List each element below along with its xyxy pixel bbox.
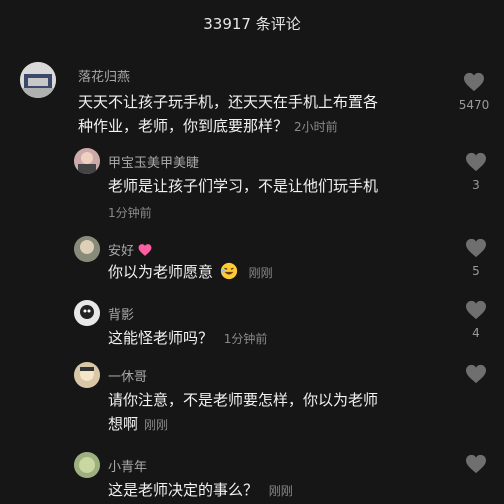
laughing-face-emoji [220,262,237,280]
comment-text-line: 想啊 [108,415,139,433]
comment-text: 这能怪老师吗？ 1分钟前 [108,326,458,351]
comment-time: 1分钟前 [223,332,268,346]
comment-count-title: 33917 条评论 [203,15,301,33]
username[interactable]: 背影 [108,304,134,323]
avatar[interactable] [74,236,100,262]
comment-text: 请你注意，不是老师要怎样，你以为老师 想啊 刚刚 [108,388,458,437]
avatar[interactable] [74,148,100,174]
comment-text: 你以为老师愿意 刚刚 [108,260,458,285]
comment-text: 老师是让孩子们学习，不是让他们玩手机 [108,177,379,195]
like-count: 5 [472,264,480,278]
avatar[interactable] [20,62,56,98]
comment-time: 刚刚 [144,418,169,432]
like-button[interactable]: 5 [456,238,496,278]
username[interactable]: 甲宝玉美甲美睫 [108,152,199,171]
comment-text-line: 天天不让孩子玩手机，还天天在手机上布置各 [78,93,379,111]
username[interactable]: 小青年 [108,456,147,475]
avatar[interactable] [74,362,100,388]
comment-text-line: 请你注意，不是老师要怎样，你以为老师 [108,391,379,409]
pink-heart-emoji [138,244,152,256]
username[interactable]: 安好 [108,244,134,259]
comment-time: 1分钟前 [108,206,152,220]
like-count: 3 [472,178,480,192]
comments-header: 33917 条评论 [0,0,504,44]
avatar[interactable] [74,300,100,326]
comment-text-line: 这是老师决定的事么？ [108,481,259,499]
heart-icon [466,152,486,172]
heart-icon [466,300,486,320]
heart-icon [466,364,486,384]
comment-time: 刚刚 [248,266,273,280]
comment-text: 这是老师决定的事么？ 刚刚 [108,478,458,503]
username[interactable]: 落花归燕 [78,66,130,85]
avatar[interactable] [74,452,100,478]
username[interactable]: 一休哥 [108,366,147,385]
heart-icon [466,238,486,258]
like-button[interactable] [456,364,496,384]
comment-text-line: 你以为老师愿意 [108,263,214,281]
heart-icon [464,72,484,92]
comment-text-line: 这能怪老师吗？ [108,329,214,347]
username-with-emoji[interactable]: 安好 [108,240,152,259]
like-button[interactable] [456,454,496,474]
like-button[interactable]: 4 [456,300,496,340]
like-button[interactable]: 5470 [454,72,494,112]
comment-text-line: 种作业，老师，你到底要那样？ [78,117,289,135]
comment-time: 刚刚 [268,484,293,498]
heart-icon [466,454,486,474]
like-count: 5470 [458,98,490,112]
like-count: 4 [472,326,480,340]
comment-text: 天天不让孩子玩手机，还天天在手机上布置各 种作业，老师，你到底要那样？ 2小时前 [78,90,458,139]
comment-time: 2小时前 [294,120,338,134]
like-button[interactable]: 3 [456,152,496,192]
